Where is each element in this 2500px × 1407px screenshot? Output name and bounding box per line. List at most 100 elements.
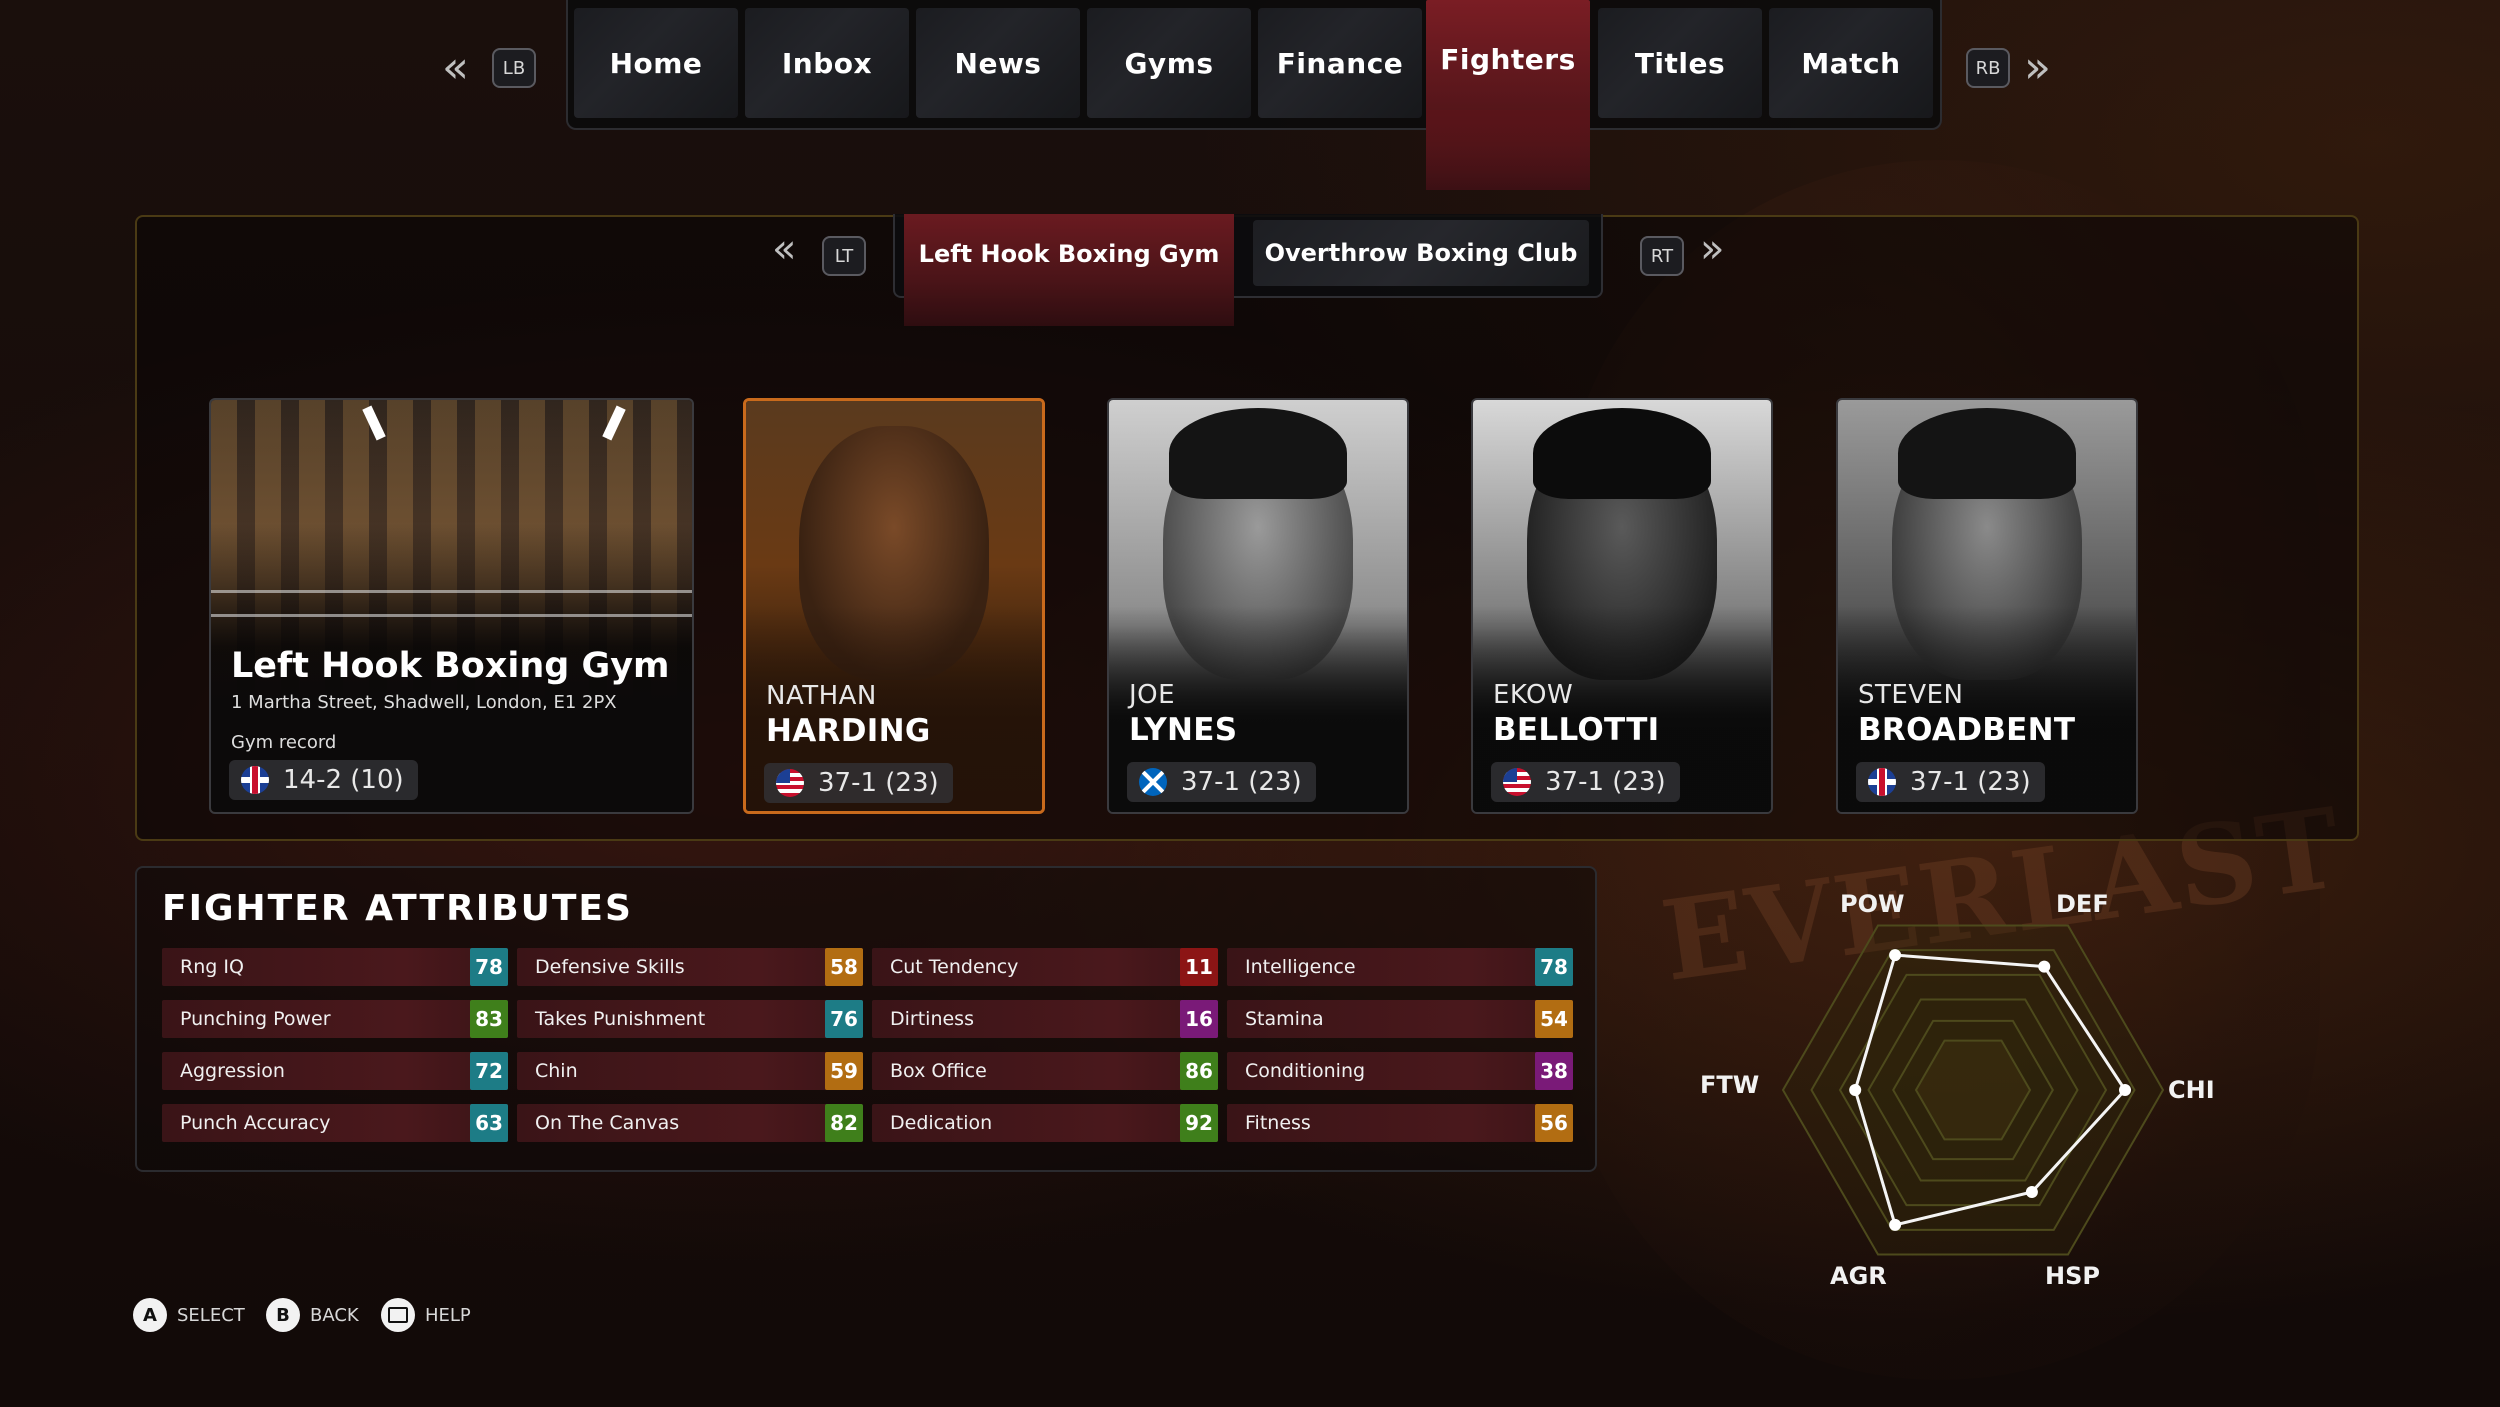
fighter-first-name: STEVEN — [1858, 680, 1964, 710]
attribute-radar-chart: POW DEF CHI HSP AGR FTW — [1700, 880, 2240, 1320]
gym-record: 14-2 (10) — [229, 760, 418, 800]
rt-button[interactable]: RT — [1640, 236, 1684, 276]
fighter-last-name: HARDING — [766, 713, 931, 749]
gym-tabs: Left Hook Boxing Gym Overthrow Boxing Cl… — [893, 214, 1603, 326]
radar-label-pow: POW — [1840, 890, 1905, 918]
attribute-label: Stamina — [1245, 1008, 1324, 1030]
radar-value-point — [1889, 1218, 1902, 1231]
tab-left-hook-boxing-gym[interactable]: Left Hook Boxing Gym — [904, 214, 1234, 326]
attribute-row[interactable]: Rng IQ 78 — [162, 948, 508, 986]
attribute-row[interactable]: Takes Punishment 76 — [517, 1000, 863, 1038]
fighter-record: 37-1 (23) — [1491, 762, 1680, 802]
tab-gyms[interactable]: Gyms — [1087, 8, 1251, 118]
attribute-row[interactable]: Aggression 72 — [162, 1052, 508, 1090]
gym-address: 1 Martha Street, Shadwell, London, E1 2P… — [231, 692, 617, 713]
attribute-row[interactable]: Cut Tendency 11 — [872, 948, 1218, 986]
help-icon — [381, 1298, 415, 1332]
fighter-record: 37-1 (23) — [764, 763, 953, 803]
attribute-row[interactable]: Punching Power 83 — [162, 1000, 508, 1038]
fighter-card-lynes[interactable]: JOE LYNES 37-1 (23) — [1107, 398, 1409, 814]
attribute-value: 92 — [1180, 1104, 1218, 1142]
fighter-card-bellotti[interactable]: EKOW BELLOTTI 37-1 (23) — [1471, 398, 1773, 814]
attribute-value: 78 — [1535, 948, 1573, 986]
attributes-title: FIGHTER ATTRIBUTES — [162, 888, 633, 929]
uk-flag-icon — [241, 766, 269, 794]
gym-name: Left Hook Boxing Gym — [231, 646, 670, 686]
attribute-value: 54 — [1535, 1000, 1573, 1038]
attribute-row[interactable]: Fitness 56 — [1227, 1104, 1573, 1142]
fighter-first-name: EKOW — [1493, 680, 1574, 710]
radar-label-hsp: HSP — [2045, 1262, 2100, 1290]
attribute-value: 86 — [1180, 1052, 1218, 1090]
double-chevron-left-icon[interactable]: « — [442, 42, 469, 93]
double-chevron-right-icon[interactable]: » — [1700, 226, 1724, 272]
fighter-last-name: BELLOTTI — [1493, 712, 1660, 748]
footer-select[interactable]: A SELECT — [133, 1298, 245, 1332]
attribute-label: Punching Power — [180, 1008, 331, 1030]
fighter-first-name: NATHAN — [766, 681, 877, 711]
attribute-label: Fitness — [1245, 1112, 1311, 1134]
top-navigation: Home Inbox News Gyms Finance Fighters Ti… — [566, 0, 1942, 190]
gym-card[interactable]: Left Hook Boxing Gym 1 Martha Street, Sh… — [209, 398, 694, 814]
rb-button[interactable]: RB — [1966, 48, 2010, 88]
footer-back[interactable]: B BACK — [266, 1298, 359, 1332]
attribute-value: 83 — [470, 1000, 508, 1038]
attribute-row[interactable]: Dirtiness 16 — [872, 1000, 1218, 1038]
fighter-record: 37-1 (23) — [1127, 762, 1316, 802]
attribute-value: 58 — [825, 948, 863, 986]
tab-inbox[interactable]: Inbox — [745, 8, 909, 118]
attribute-label: Box Office — [890, 1060, 987, 1082]
footer-help[interactable]: HELP — [381, 1298, 471, 1332]
attribute-row[interactable]: Box Office 86 — [872, 1052, 1218, 1090]
radar-label-agr: AGR — [1830, 1262, 1887, 1290]
tab-news[interactable]: News — [916, 8, 1080, 118]
fighter-portrait — [1473, 400, 1771, 812]
tab-home[interactable]: Home — [574, 8, 738, 118]
attribute-value: 11 — [1180, 948, 1218, 986]
attribute-value: 38 — [1535, 1052, 1573, 1090]
fighter-portrait — [746, 401, 1042, 811]
radar-label-ftw: FTW — [1700, 1071, 1760, 1099]
attribute-label: Chin — [535, 1060, 578, 1082]
gym-record-label: Gym record — [231, 732, 337, 753]
radar-value-point — [1889, 949, 1902, 962]
attribute-row[interactable]: On The Canvas 82 — [517, 1104, 863, 1142]
radar-value-point — [1849, 1084, 1862, 1096]
attribute-label: Defensive Skills — [535, 956, 685, 978]
lb-button[interactable]: LB — [492, 48, 536, 88]
tab-fighters[interactable]: Fighters — [1426, 0, 1590, 190]
radar-value-point — [2038, 960, 2051, 973]
attribute-value: 82 — [825, 1104, 863, 1142]
attribute-row[interactable]: Punch Accuracy 63 — [162, 1104, 508, 1142]
radar-label-chi: CHI — [2168, 1076, 2215, 1104]
tab-finance[interactable]: Finance — [1258, 8, 1422, 118]
tab-titles[interactable]: Titles — [1598, 8, 1762, 118]
fighter-card-broadbent[interactable]: STEVEN BROADBENT 37-1 (23) — [1836, 398, 2138, 814]
attribute-value: 63 — [470, 1104, 508, 1142]
attribute-row[interactable]: Conditioning 38 — [1227, 1052, 1573, 1090]
b-button-icon: B — [266, 1298, 300, 1332]
attribute-value: 16 — [1180, 1000, 1218, 1038]
fighter-card-harding[interactable]: NATHAN HARDING 37-1 (23) — [743, 398, 1045, 814]
ring-rope — [211, 614, 692, 617]
attribute-label: Intelligence — [1245, 956, 1356, 978]
tab-overthrow-boxing-club[interactable]: Overthrow Boxing Club — [1253, 220, 1589, 286]
tab-match[interactable]: Match — [1769, 8, 1933, 118]
ring-rope — [211, 590, 692, 593]
attribute-row[interactable]: Dedication 92 — [872, 1104, 1218, 1142]
us-flag-icon — [776, 769, 804, 797]
attribute-row[interactable]: Stamina 54 — [1227, 1000, 1573, 1038]
radar-label-def: DEF — [2056, 890, 2109, 918]
radar-value-point — [2025, 1186, 2038, 1199]
attribute-value: 72 — [470, 1052, 508, 1090]
fighter-last-name: LYNES — [1129, 712, 1238, 748]
attribute-row[interactable]: Defensive Skills 58 — [517, 948, 863, 986]
lt-button[interactable]: LT — [822, 236, 866, 276]
radar-svg — [1781, 924, 2165, 1256]
attribute-row[interactable]: Intelligence 78 — [1227, 948, 1573, 986]
double-chevron-right-icon[interactable]: » — [2024, 42, 2051, 93]
attribute-value: 56 — [1535, 1104, 1573, 1142]
uk-flag-icon — [1868, 768, 1896, 796]
attribute-row[interactable]: Chin 59 — [517, 1052, 863, 1090]
double-chevron-left-icon[interactable]: « — [772, 226, 796, 272]
